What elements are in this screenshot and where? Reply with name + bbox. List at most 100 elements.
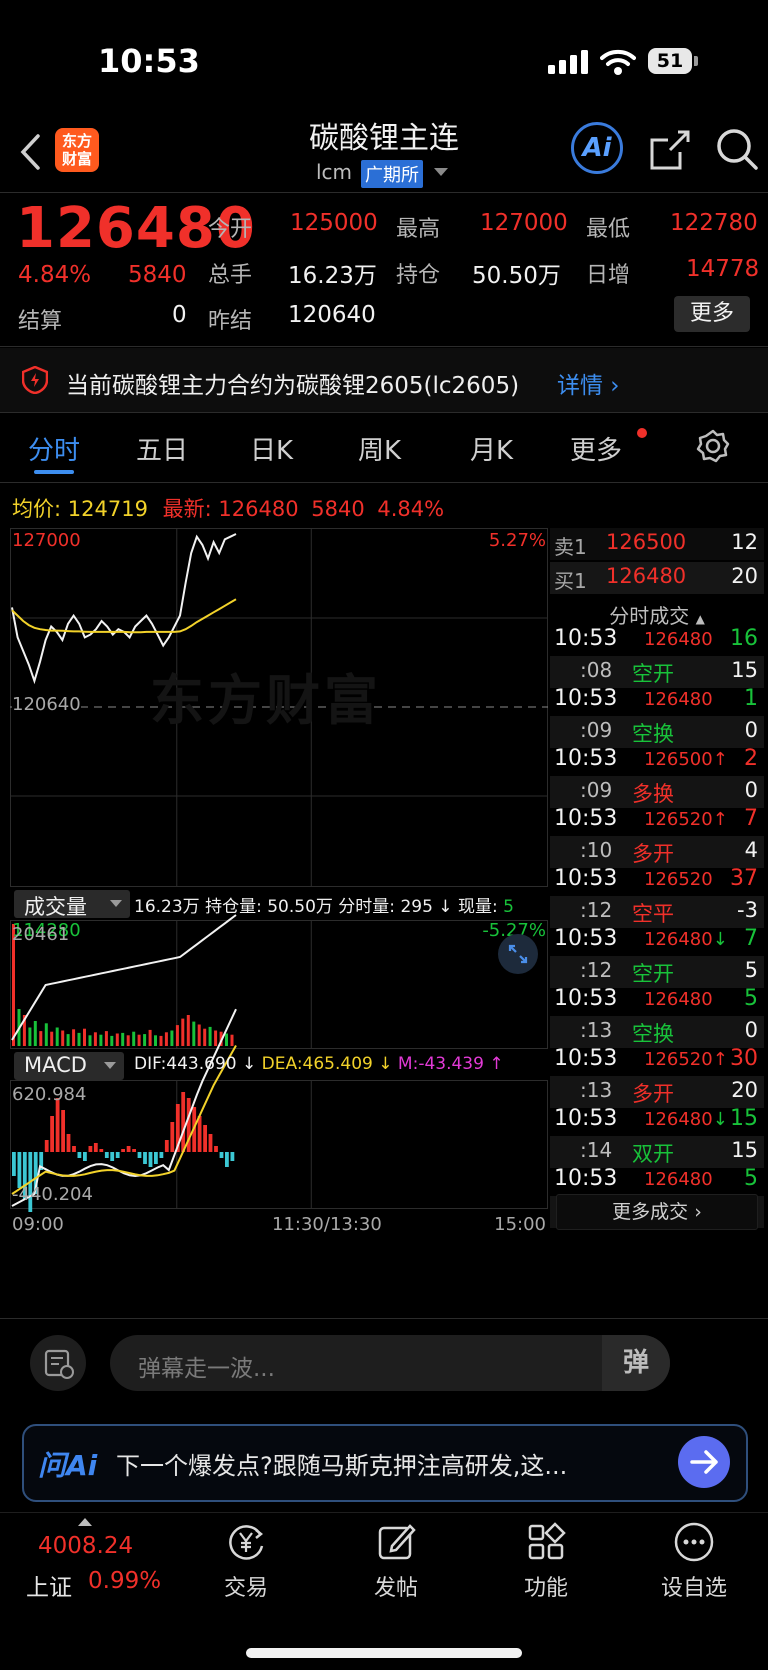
macd-dif: DIF:443.690 (134, 1054, 237, 1074)
macd-bar (93, 1143, 98, 1152)
more-quote-button[interactable]: 更多 (674, 296, 750, 332)
volume-bar (50, 1031, 54, 1046)
ai-button[interactable]: Ai (571, 122, 623, 174)
tab-daily-k[interactable]: 日K (250, 430, 293, 467)
tab-more[interactable]: 更多 (570, 430, 622, 467)
volume-selector-label: 成交量 (24, 895, 87, 919)
macd-bar (225, 1152, 229, 1167)
trade-price-value: 126500 (644, 749, 713, 770)
nav-post-label: 发帖 (373, 1576, 418, 1601)
chart-panel[interactable]: 127000 5.27% 120640 114280 -5.27% 东方财富 成… (10, 528, 548, 1318)
volume-bar (208, 1026, 212, 1046)
trade-sub-row: :09 空换 0 (550, 716, 764, 748)
trade-price: 126520↑ (644, 1049, 728, 1070)
macd-bar (12, 1152, 16, 1176)
trade-seconds: :08 (580, 658, 613, 682)
notice-bar[interactable]: 当前碳酸锂主力合约为碳酸锂2605(lc2605) 详情 › (0, 348, 768, 412)
expand-icon (508, 944, 528, 964)
exchange-tag: 广期所 (361, 160, 423, 188)
nav-watchlist-label: 设自选 (660, 1576, 727, 1601)
more-dots-icon (674, 1522, 714, 1562)
divider (0, 1318, 768, 1319)
index-name[interactable]: 上证 (26, 1568, 72, 1602)
ai-prompt-bar[interactable]: 问Ai 下一个爆发点?跟随马斯克押注高研发,这... (22, 1424, 748, 1502)
danmu-toggle[interactable]: 弹 (602, 1335, 670, 1391)
macd-bar (208, 1134, 213, 1152)
volume-bar (77, 1032, 81, 1046)
macd-dea: DEA:465.409 (261, 1054, 373, 1074)
macd-bar (137, 1152, 142, 1158)
latest-pct: 4.84% (377, 497, 445, 521)
bid-row: 买1 126480 20 (550, 562, 764, 594)
avg-price-line (11, 598, 237, 634)
volume-bar (99, 1034, 103, 1046)
volume-selector[interactable]: 成交量 (14, 890, 130, 919)
volume-bar (126, 1035, 130, 1046)
index-pct[interactable]: 0.99% (88, 1568, 161, 1594)
volume-bar (83, 1028, 86, 1046)
volume-bar (88, 1035, 92, 1046)
ai-send-button[interactable] (678, 1436, 730, 1488)
volume-bar (164, 1032, 168, 1046)
chevron-down-icon[interactable] (434, 168, 448, 178)
dif-arrow: ↓ (236, 1054, 262, 1074)
tick-label: 分时量: (338, 897, 396, 917)
macd-selector[interactable]: MACD (14, 1052, 124, 1080)
more-trades-button[interactable]: 更多成交 › (556, 1194, 758, 1230)
ask-label: 卖1 (554, 535, 587, 559)
tab-weekly-k[interactable]: 周K (358, 430, 401, 467)
volume-bar (186, 1015, 190, 1046)
status-time: 10:53 (98, 42, 200, 80)
now-value: 5 (503, 897, 514, 917)
change-value: 5840 (128, 262, 187, 288)
trades-title[interactable]: 分时成交 ▲ (550, 600, 764, 629)
nav-functions[interactable]: 功能 (486, 1520, 606, 1602)
trade-time: 10:53 (554, 746, 618, 771)
trade-time: 10:53 (554, 986, 618, 1011)
trade-price-value: 126480 (644, 689, 713, 710)
search-icon[interactable] (714, 126, 760, 172)
macd-bar (219, 1152, 224, 1158)
nav-post[interactable]: 发帖 (336, 1520, 456, 1602)
comment-input[interactable]: 弹幕走一波... 弹 (110, 1335, 670, 1391)
tab-monthly-k[interactable]: 月K (470, 430, 513, 467)
trade-type: 多开 (632, 1082, 674, 1106)
y-mid-label: 120640 (12, 694, 81, 715)
volume-bar (170, 1030, 174, 1046)
trade-time: 10:53 (554, 626, 618, 651)
nav-watchlist[interactable]: 设自选 (634, 1520, 754, 1602)
trade-row: 10:53 126480↓ 7 (550, 926, 764, 958)
oi-stat-value: 50.50万 (267, 897, 333, 917)
divider (0, 346, 768, 347)
expand-button[interactable] (498, 934, 538, 974)
trade-price: 126480 (644, 989, 713, 1010)
share-icon[interactable] (648, 128, 692, 172)
notice-link[interactable]: 详情 › (557, 366, 620, 400)
caret-up-icon: ▲ (695, 612, 705, 626)
macd-bar (61, 1110, 65, 1152)
trade-sub-qty: -3 (737, 898, 758, 922)
trade-qty: 7 (744, 806, 758, 831)
panel-border (10, 920, 548, 1049)
tab-five-day[interactable]: 五日 (136, 430, 188, 467)
volume-bar (148, 1029, 152, 1046)
wifi-icon (600, 49, 636, 75)
trade-qty: 5 (744, 1166, 758, 1191)
trade-price-value: 126520 (644, 1049, 713, 1070)
nav-trade[interactable]: 交易 (186, 1520, 306, 1602)
trade-qty: 15 (730, 1106, 758, 1131)
notes-button[interactable] (30, 1335, 86, 1391)
gear-icon[interactable] (695, 428, 731, 464)
trade-time: 10:53 (554, 1106, 618, 1131)
comment-placeholder: 弹幕走一波... (138, 1356, 275, 1382)
macd-bar (110, 1152, 115, 1161)
volume-top-label: 20461 (12, 924, 70, 945)
settle-label: 结算 (18, 309, 63, 334)
trade-sub-qty: 0 (744, 778, 758, 802)
macd-bar (55, 1098, 60, 1152)
tab-intraday[interactable]: 分时 (28, 430, 80, 467)
volume-bar (225, 1033, 228, 1046)
macd-bar (99, 1149, 104, 1152)
macd-bar (104, 1152, 109, 1158)
index-value[interactable]: 4008.24 (38, 1533, 133, 1559)
